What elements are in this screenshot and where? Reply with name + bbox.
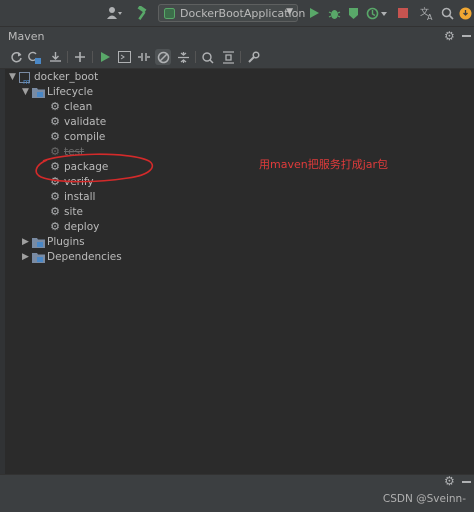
chevron-down-icon: ▼	[286, 7, 293, 17]
tree-lifecycle[interactable]: ▼ Lifecycle	[22, 84, 93, 99]
dependencies-label: Dependencies	[47, 250, 122, 263]
watermark: CSDN @Sveinn-	[382, 493, 466, 505]
plugins-label: Plugins	[47, 235, 85, 248]
red-circle-annotation	[35, 153, 154, 183]
gear-icon: ⚙	[50, 115, 60, 128]
minimize-icon[interactable]	[462, 35, 471, 37]
gear-icon: ⚙	[50, 190, 60, 203]
tree-plugins[interactable]: ▶ Plugins	[22, 234, 85, 249]
tree-dependencies[interactable]: ▶ Dependencies	[22, 249, 122, 264]
lifecycle-label: Lifecycle	[47, 85, 94, 98]
wrench-icon[interactable]	[245, 49, 261, 65]
run-icon[interactable]	[307, 5, 321, 21]
lifecycle-item-label: clean	[64, 100, 93, 113]
show-dependencies-icon[interactable]	[200, 49, 216, 65]
lifecycle-item-label: install	[64, 190, 96, 203]
project-name: docker_boot	[34, 70, 99, 83]
add-icon[interactable]	[72, 49, 88, 65]
coverage-icon[interactable]	[346, 5, 360, 21]
settings-icon[interactable]: ⚙	[444, 474, 455, 488]
maven-project-icon: m	[19, 71, 31, 86]
run-configuration-select[interactable]: DockerBootApplication ▼	[158, 4, 305, 22]
gear-icon: ⚙	[50, 100, 60, 113]
svg-text:m: m	[23, 78, 30, 84]
show-diagram-icon[interactable]	[220, 49, 236, 65]
chevron-down-icon[interactable]: ▼	[22, 87, 32, 97]
reimport-icon[interactable]	[26, 49, 42, 65]
maven-panel-header: Maven ⚙	[0, 27, 474, 45]
lifecycle-item-label: compile	[64, 130, 106, 143]
panel-title: Maven	[8, 29, 45, 43]
lifecycle-item-deploy[interactable]: ⚙ deploy	[49, 219, 99, 234]
lifecycle-item-install[interactable]: ⚙ install	[49, 189, 95, 204]
chevron-right-icon[interactable]: ▶	[22, 237, 32, 247]
minimize-icon[interactable]	[462, 481, 471, 483]
lifecycle-item-validate[interactable]: ⚙ validate	[49, 114, 106, 129]
translate-icon[interactable]: 文A	[419, 5, 435, 21]
collapse-icon[interactable]	[175, 49, 191, 65]
folder-icon	[32, 252, 45, 263]
toggle-offline-icon[interactable]	[136, 49, 152, 65]
chevron-down-icon[interactable]: ▼	[9, 72, 19, 82]
bottom-panel-bar: ⚙	[0, 474, 474, 489]
tree-root-docker-boot[interactable]: ▼ m docker_boot	[9, 69, 99, 86]
lifecycle-item-label: site	[64, 205, 83, 218]
profile-icon[interactable]	[365, 5, 389, 21]
stop-icon[interactable]	[396, 5, 410, 21]
gear-icon: ⚙	[50, 220, 60, 233]
folder-icon	[32, 87, 45, 98]
chevron-right-icon[interactable]: ▶	[22, 252, 32, 262]
status-bar: CSDN @Sveinn-	[0, 489, 474, 512]
execute-goal-icon[interactable]	[116, 49, 132, 65]
main-toolbar: DockerBootApplication ▼ 文A	[0, 0, 474, 27]
settings-icon[interactable]: ⚙	[444, 29, 455, 43]
lifecycle-item-label: deploy	[64, 220, 100, 233]
debug-icon[interactable]	[327, 5, 341, 21]
maven-toolbar	[0, 45, 474, 69]
maven-projects-tree: ▼ m docker_boot ▼ Lifecycle ⚙ clean ⚙ va…	[0, 69, 474, 474]
download-icon[interactable]	[47, 49, 63, 65]
gear-icon: ⚙	[50, 130, 60, 143]
notification-icon[interactable]	[458, 5, 472, 21]
run-config-icon	[164, 7, 175, 19]
lifecycle-item-label: validate	[64, 115, 107, 128]
execute-icon[interactable]	[97, 49, 113, 65]
refresh-icon[interactable]	[8, 49, 24, 65]
lifecycle-item-clean[interactable]: ⚙ clean	[49, 99, 92, 114]
user-icon[interactable]	[104, 5, 124, 21]
svg-text:A: A	[427, 13, 433, 20]
hammer-icon[interactable]	[135, 5, 151, 21]
lifecycle-item-site[interactable]: ⚙ site	[49, 204, 83, 219]
folder-icon	[32, 237, 45, 248]
annotation-text: 用maven把服务打成jar包	[259, 158, 389, 171]
skip-tests-icon[interactable]	[155, 49, 171, 65]
search-icon[interactable]	[440, 5, 454, 21]
gear-icon: ⚙	[50, 205, 60, 218]
lifecycle-item-compile[interactable]: ⚙ compile	[49, 129, 105, 144]
